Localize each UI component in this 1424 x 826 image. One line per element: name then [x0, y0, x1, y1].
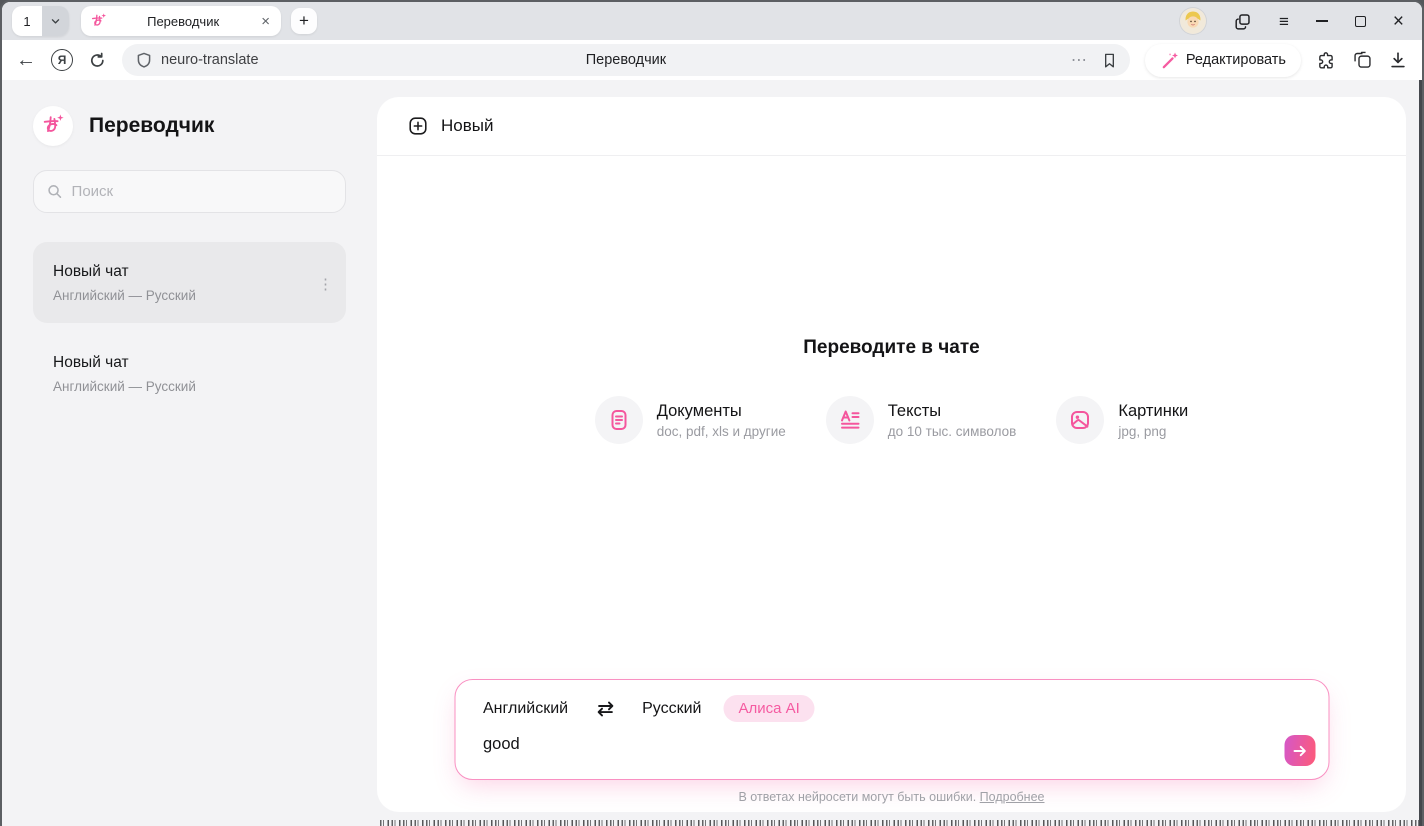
translator-logo [33, 106, 73, 146]
disclaimer: В ответах нейросети могут быть ошибки. П… [377, 790, 1406, 804]
swap-languages-icon[interactable] [594, 698, 616, 720]
chat-title: Новый чат [53, 263, 326, 281]
new-tab-button[interactable]: + [291, 8, 317, 34]
disclaimer-link[interactable]: Подробнее [980, 790, 1045, 804]
tab-title: Переводчик [107, 14, 259, 29]
document-icon [607, 408, 631, 432]
feature-texts[interactable]: Тексты до 10 тыс. символов [826, 396, 1017, 444]
translate-composer: Английский Русский Алиса AI [454, 679, 1329, 780]
alice-ai-badge[interactable]: Алиса AI [723, 695, 814, 722]
url-text: neuro-translate [161, 52, 259, 68]
app-title: Переводчик [89, 114, 214, 138]
tab-list-dropdown[interactable] [42, 6, 69, 36]
bookmark-icon[interactable] [1101, 52, 1118, 69]
disclaimer-text: В ответах нейросети могут быть ошибки. [739, 790, 977, 804]
cutoff-text-strip [380, 820, 1419, 826]
yandex-home-button[interactable]: Я [51, 49, 73, 71]
feature-subtitle: doc, pdf, xls и другие [657, 424, 786, 439]
main-panel: Новый Переводите в чате Документы [377, 97, 1406, 812]
feature-documents[interactable]: Документы doc, pdf, xls и другие [595, 396, 786, 444]
search-icon [47, 183, 63, 200]
chat-languages: Английский — Русский [53, 379, 326, 394]
app-brand: Переводчик [33, 106, 346, 146]
sparkle-icon [101, 13, 106, 18]
chat-title: Новый чат [53, 354, 326, 372]
profile-avatar[interactable] [1180, 8, 1206, 34]
feature-title: Документы [657, 402, 786, 421]
extensions-puzzle-icon[interactable] [1316, 50, 1337, 71]
feature-title: Тексты [888, 402, 1017, 421]
feature-images[interactable]: Картинки jpg, png [1056, 396, 1188, 444]
chat-kebab-menu-icon[interactable]: ⋮ [318, 277, 333, 291]
browser-toolbar: ← Я neuro-translate Переводчик ⋯ [2, 40, 1422, 80]
translator-favicon-icon [90, 13, 107, 30]
send-button[interactable] [1284, 735, 1315, 766]
chevron-down-icon [48, 14, 63, 29]
chat-languages: Английский — Русский [53, 288, 326, 303]
downloads-icon[interactable] [1388, 50, 1408, 70]
tab-translator[interactable]: Переводчик × [81, 6, 281, 36]
sidebar: Переводчик Новый чат Английский — Русски… [2, 80, 377, 826]
collections-panels-icon[interactable] [1352, 50, 1373, 71]
edit-button-label: Редактировать [1186, 52, 1286, 68]
browser-window: 1 Переводчик × + [0, 0, 1424, 826]
address-more-icon[interactable]: ⋯ [1071, 50, 1088, 70]
tab-strip: 1 Переводчик × + [2, 2, 1422, 40]
window-close-button[interactable]: × [1393, 12, 1404, 31]
target-language-selector[interactable]: Русский [642, 700, 701, 718]
tab-close-icon[interactable]: × [259, 14, 272, 29]
page-title: Переводчик [122, 52, 1130, 68]
edit-button[interactable]: Редактировать [1145, 44, 1301, 77]
search-field[interactable] [33, 170, 346, 213]
translate-input[interactable] [483, 735, 1264, 754]
feature-title: Картинки [1118, 402, 1188, 421]
avatar-image [1180, 8, 1206, 34]
magic-wand-icon [1160, 51, 1179, 70]
source-language-selector[interactable]: Английский [483, 700, 568, 718]
feature-cards: Документы doc, pdf, xls и другие [377, 396, 1406, 444]
window-right-edge [1419, 80, 1422, 826]
new-chat-plus-icon[interactable] [407, 115, 429, 137]
search-input[interactable] [72, 183, 332, 200]
page-content: Переводчик Новый чат Английский — Русски… [2, 80, 1422, 826]
hero-title: Переводите в чате [377, 337, 1406, 359]
new-chat-button[interactable]: Новый [441, 116, 493, 136]
image-icon [1068, 408, 1092, 432]
address-bar[interactable]: neuro-translate Переводчик ⋯ [122, 44, 1130, 76]
chat-list-item[interactable]: Новый чат Английский — Русский [33, 333, 346, 414]
tab-counter[interactable]: 1 [12, 6, 42, 36]
chat-list-item[interactable]: Новый чат Английский — Русский ⋮ [33, 242, 346, 323]
chat-header: Новый [377, 97, 1406, 156]
back-button[interactable]: ← [16, 49, 36, 72]
tabs-copy-icon[interactable] [1233, 12, 1252, 31]
reload-icon[interactable] [88, 51, 107, 70]
feature-subtitle: jpg, png [1118, 424, 1188, 439]
feature-subtitle: до 10 тыс. символов [888, 424, 1017, 439]
text-icon [838, 408, 862, 432]
tab-counter-group[interactable]: 1 [12, 6, 69, 36]
window-minimize-button[interactable] [1316, 20, 1328, 22]
arrow-right-icon [1291, 742, 1309, 760]
shield-icon [136, 52, 152, 68]
menu-icon[interactable]: ≡ [1279, 13, 1289, 30]
window-maximize-button[interactable] [1355, 16, 1366, 27]
chat-list: Новый чат Английский — Русский ⋮ Новый ч… [33, 242, 346, 414]
translator-logo-icon [41, 114, 65, 138]
language-row: Английский Русский Алиса AI [483, 695, 1300, 722]
